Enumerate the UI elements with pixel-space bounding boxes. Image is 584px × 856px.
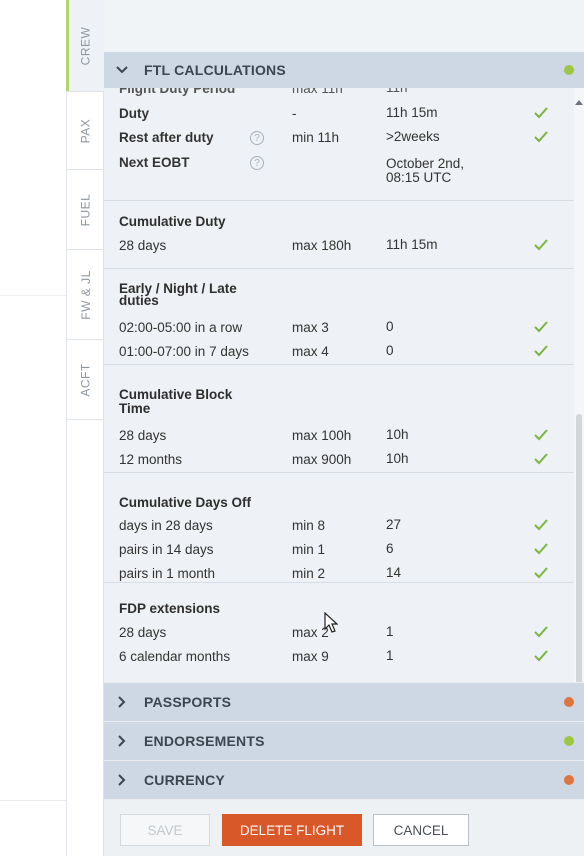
check-icon xyxy=(534,567,548,582)
tab-fuel[interactable]: FUEL xyxy=(67,170,104,250)
group-title: Cumulative Block xyxy=(119,387,233,402)
scroll-up-arrow-icon[interactable] xyxy=(575,92,583,105)
tab-fw-jl[interactable]: FW & JL xyxy=(67,250,104,340)
check-icon xyxy=(534,650,548,665)
table-row: 28 days max 180h 11h 15m xyxy=(104,238,574,258)
chevron-right-icon xyxy=(116,696,128,708)
table-row: 01:00-07:00 in 7 days max 4 0 xyxy=(104,344,574,364)
row-value: 11h 15m xyxy=(386,105,438,120)
status-dot xyxy=(564,775,574,785)
ftl-calculations-header[interactable]: FTL CALCULATIONS xyxy=(104,52,584,88)
section-title: ENDORSEMENTS xyxy=(144,733,265,749)
cumulative-days-off-group: Cumulative Days Off days in 28 days min … xyxy=(104,473,574,583)
status-dot xyxy=(564,697,574,707)
group-title: FDP extensions xyxy=(119,601,221,616)
fdp-extensions-group: FDP extensions 28 days max 2 1 6 calenda… xyxy=(104,583,574,682)
chevron-down-icon xyxy=(116,64,128,76)
section-title: FTL CALCULATIONS xyxy=(144,62,286,78)
row-limit: - xyxy=(292,106,297,121)
group-title: Cumulative Duty xyxy=(119,214,226,229)
tab-label: CREW xyxy=(78,26,93,65)
tab-pax[interactable]: PAX xyxy=(67,92,104,170)
check-icon xyxy=(534,321,548,336)
tab-label: PAX xyxy=(78,118,93,143)
early-night-late-group: Early / Night / Late duties 02:00-05:00 … xyxy=(104,269,574,365)
table-row: Flight Duty Period max 11h 11h xyxy=(119,88,408,96)
check-icon xyxy=(534,519,548,534)
check-icon xyxy=(534,543,548,558)
table-row: 12 months max 900h 10h xyxy=(104,452,574,472)
check-icon xyxy=(534,453,548,468)
rest-after-duty-row: Rest after duty ? min 11h >2weeks xyxy=(104,130,574,150)
divider xyxy=(0,800,66,801)
tab-acft[interactable]: ACFT xyxy=(67,340,104,420)
vertical-tab-bar: CREW PAX FUEL FW & JL ACFT xyxy=(66,0,104,856)
row-label: Rest after duty xyxy=(119,130,214,145)
table-row: 28 days max 2 1 xyxy=(104,625,574,645)
delete-flight-button[interactable]: DELETE FLIGHT xyxy=(222,814,362,846)
tab-crew[interactable]: CREW xyxy=(66,0,104,92)
footer-actions: SAVE DELETE FLIGHT CANCEL xyxy=(104,800,584,856)
panel-top-area xyxy=(104,0,584,52)
group-title: Time xyxy=(119,401,151,416)
endorsements-header[interactable]: ENDORSEMENTS xyxy=(104,722,584,760)
check-icon xyxy=(534,239,548,254)
row-label: Duty xyxy=(119,106,149,121)
section-title: CURRENCY xyxy=(144,772,225,788)
table-row: pairs in 14 days min 1 6 xyxy=(104,542,574,562)
ftl-content: Flight Duty Period max 11h 11h Duty - 11… xyxy=(104,88,584,682)
status-dot xyxy=(564,65,574,75)
chevron-right-icon xyxy=(116,735,128,747)
cumulative-duty-group: Cumulative Duty 28 days max 180h 11h 15m xyxy=(104,201,574,269)
divider xyxy=(0,295,66,296)
save-button[interactable]: SAVE xyxy=(120,814,210,846)
help-icon[interactable]: ? xyxy=(250,131,264,145)
table-row: 02:00-05:00 in a row max 3 0 xyxy=(104,320,574,340)
row-label: Next EOBT xyxy=(119,155,190,170)
check-icon xyxy=(534,345,548,360)
mouse-cursor-icon xyxy=(324,611,339,639)
section-title: PASSPORTS xyxy=(144,694,232,710)
cancel-button[interactable]: CANCEL xyxy=(373,814,469,846)
group-title: Cumulative Days Off xyxy=(119,495,252,510)
scrollbar-thumb[interactable] xyxy=(576,414,582,682)
duty-group: Flight Duty Period max 11h 11h Duty - 11… xyxy=(104,88,574,201)
cumulative-block-time-group: Cumulative Block Time 28 days max 100h 1… xyxy=(104,365,574,473)
help-icon[interactable]: ? xyxy=(250,156,264,170)
crew-panel: FTL CALCULATIONS Flight Duty Period max … xyxy=(104,0,584,856)
passports-header[interactable]: PASSPORTS xyxy=(104,683,584,721)
tab-label: FW & JL xyxy=(78,269,93,320)
chevron-right-icon xyxy=(116,774,128,786)
next-eobt-row: Next EOBT ? October 2nd, 08:15 UTC xyxy=(104,155,574,191)
status-dot xyxy=(564,736,574,746)
table-row: 6 calendar months max 9 1 xyxy=(104,649,574,669)
duty-row: Duty - 11h 15m xyxy=(104,106,574,126)
table-row: 28 days max 100h 10h xyxy=(104,428,574,448)
check-icon xyxy=(534,429,548,444)
currency-header[interactable]: CURRENCY xyxy=(104,761,584,799)
row-value-line2: 08:15 UTC xyxy=(386,170,452,185)
check-icon xyxy=(534,107,548,122)
check-icon xyxy=(534,131,548,146)
tab-label: FUEL xyxy=(78,193,93,226)
table-row: days in 28 days min 8 27 xyxy=(104,518,574,538)
row-limit: min 11h xyxy=(292,130,340,145)
group-title: duties xyxy=(119,293,159,308)
check-icon xyxy=(534,626,548,641)
background-area xyxy=(0,0,66,856)
row-value-line1: October 2nd, xyxy=(386,156,465,171)
row-value: >2weeks xyxy=(386,129,440,144)
tab-label: ACFT xyxy=(78,362,93,397)
